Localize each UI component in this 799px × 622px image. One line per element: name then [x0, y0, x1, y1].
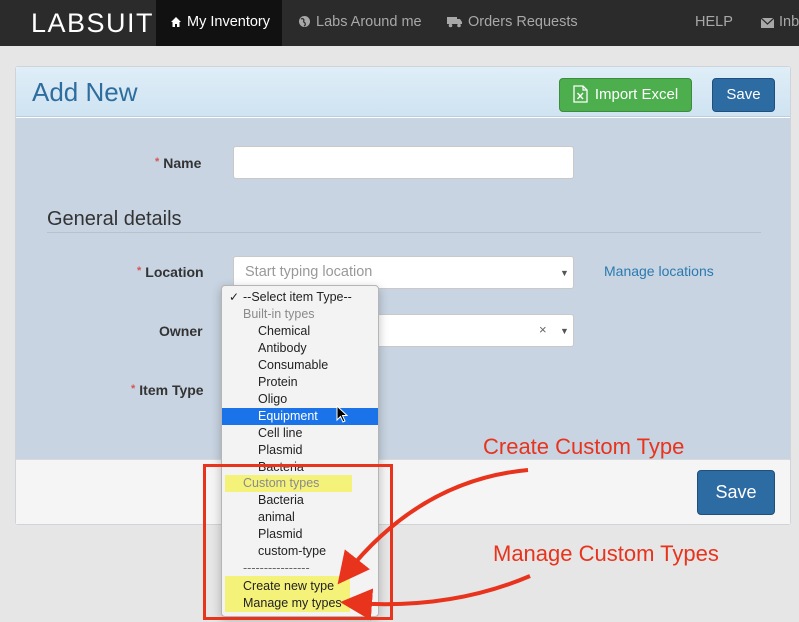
annotation-arrows — [337, 468, 531, 621]
arrow-to-manage-my-types — [340, 574, 531, 621]
arrow-to-create-new-type — [337, 468, 529, 585]
